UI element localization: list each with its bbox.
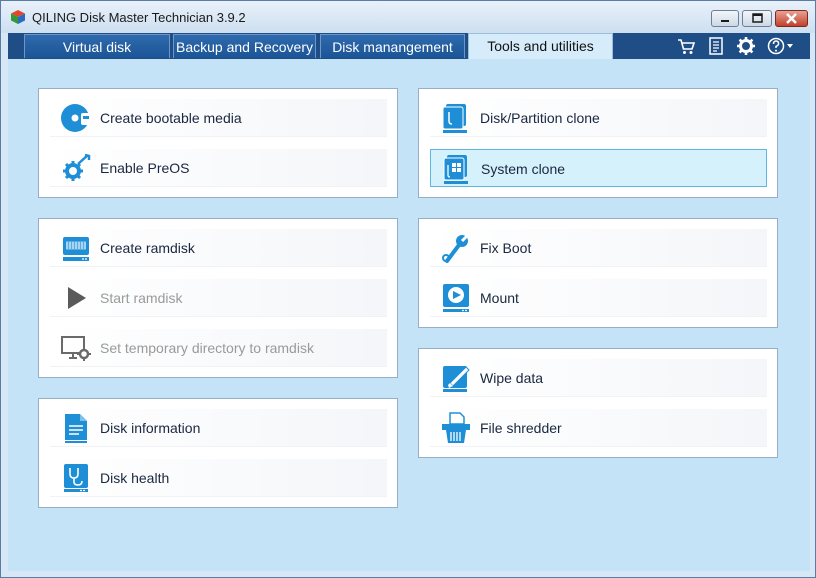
- shredder-icon: [442, 412, 470, 443]
- maximize-icon: [752, 13, 763, 23]
- minimize-button[interactable]: [711, 10, 739, 27]
- file-shredder-button[interactable]: File shredder: [430, 409, 767, 447]
- tab-disk-management[interactable]: Disk manangement: [320, 34, 465, 58]
- item-label: Create ramdisk: [100, 240, 195, 256]
- gear-icon[interactable]: [736, 36, 756, 56]
- app-window: QILING Disk Master Technician 3.9.2 Virt…: [0, 0, 816, 578]
- app-logo-icon: [11, 10, 25, 24]
- disk-information-icon: [65, 414, 87, 443]
- set-temp-directory-button[interactable]: Set temporary directory to ramdisk: [50, 329, 387, 367]
- panel-clone: Disk/Partition clone System clone: [418, 88, 778, 198]
- panel-boot-repair: Fix Boot Mount: [418, 218, 778, 328]
- enable-preos-button[interactable]: Enable PreOS: [50, 149, 387, 187]
- help-icon[interactable]: [766, 36, 794, 56]
- create-ramdisk-button[interactable]: Create ramdisk: [50, 229, 387, 267]
- close-button[interactable]: [775, 10, 808, 27]
- bootable-media-icon: [61, 104, 91, 132]
- preos-icon: [63, 153, 91, 181]
- create-bootable-media-button[interactable]: Create bootable media: [50, 99, 387, 137]
- item-label: Disk health: [100, 470, 170, 486]
- wipe-data-button[interactable]: Wipe data: [430, 359, 767, 397]
- tab-virtual-disk[interactable]: Virtual disk: [24, 34, 170, 58]
- system-clone-button[interactable]: System clone: [430, 149, 767, 187]
- item-label: Disk information: [100, 420, 201, 436]
- tab-tools-and-utilities[interactable]: Tools and utilities: [468, 33, 613, 60]
- item-label: Disk/Partition clone: [480, 110, 600, 126]
- maximize-button[interactable]: [742, 10, 772, 27]
- title-bar: QILING Disk Master Technician 3.9.2: [1, 1, 815, 33]
- item-label: Mount: [480, 290, 519, 306]
- item-label: Wipe data: [480, 370, 544, 386]
- item-label: Create bootable media: [100, 110, 242, 126]
- mount-icon: [443, 284, 469, 312]
- disk-partition-clone-button[interactable]: Disk/Partition clone: [430, 99, 767, 137]
- tools-content: Create bootable media Enable PreOS Creat…: [8, 59, 810, 571]
- play-icon: [68, 287, 86, 309]
- minimize-icon: [721, 20, 729, 22]
- item-label: Start ramdisk: [100, 290, 183, 306]
- disk-health-button[interactable]: Disk health: [50, 459, 387, 497]
- ramdisk-icon: [63, 237, 89, 261]
- panel-ramdisk: Create ramdisk Start ramdisk Set tempora…: [38, 218, 398, 378]
- window-title: QILING Disk Master Technician 3.9.2: [32, 10, 246, 25]
- item-label: System clone: [481, 161, 566, 177]
- item-label: File shredder: [480, 420, 562, 436]
- item-label: Fix Boot: [480, 240, 532, 256]
- tab-backup-and-recovery[interactable]: Backup and Recovery: [173, 34, 316, 58]
- monitor-gear-icon: [61, 336, 91, 361]
- panel-boot-tools: Create bootable media Enable PreOS: [38, 88, 398, 198]
- disk-clone-icon: [442, 104, 467, 133]
- cart-icon[interactable]: [676, 36, 696, 56]
- start-ramdisk-button[interactable]: Start ramdisk: [50, 279, 387, 317]
- fix-boot-button[interactable]: Fix Boot: [430, 229, 767, 267]
- disk-information-button[interactable]: Disk information: [50, 409, 387, 447]
- wrench-icon: [442, 233, 470, 263]
- panel-wipe: Wipe data File shredder: [418, 348, 778, 458]
- main-tab-bar: Virtual disk Backup and Recovery Disk ma…: [8, 33, 810, 60]
- disk-health-icon: [64, 464, 88, 492]
- panel-disk-info: Disk information Disk health: [38, 398, 398, 508]
- wipe-icon: [443, 366, 470, 392]
- list-icon[interactable]: [706, 36, 726, 56]
- item-label: Set temporary directory to ramdisk: [100, 340, 314, 356]
- mount-button[interactable]: Mount: [430, 279, 767, 317]
- system-clone-icon: [443, 155, 468, 184]
- close-icon: [786, 13, 797, 24]
- item-label: Enable PreOS: [100, 160, 190, 176]
